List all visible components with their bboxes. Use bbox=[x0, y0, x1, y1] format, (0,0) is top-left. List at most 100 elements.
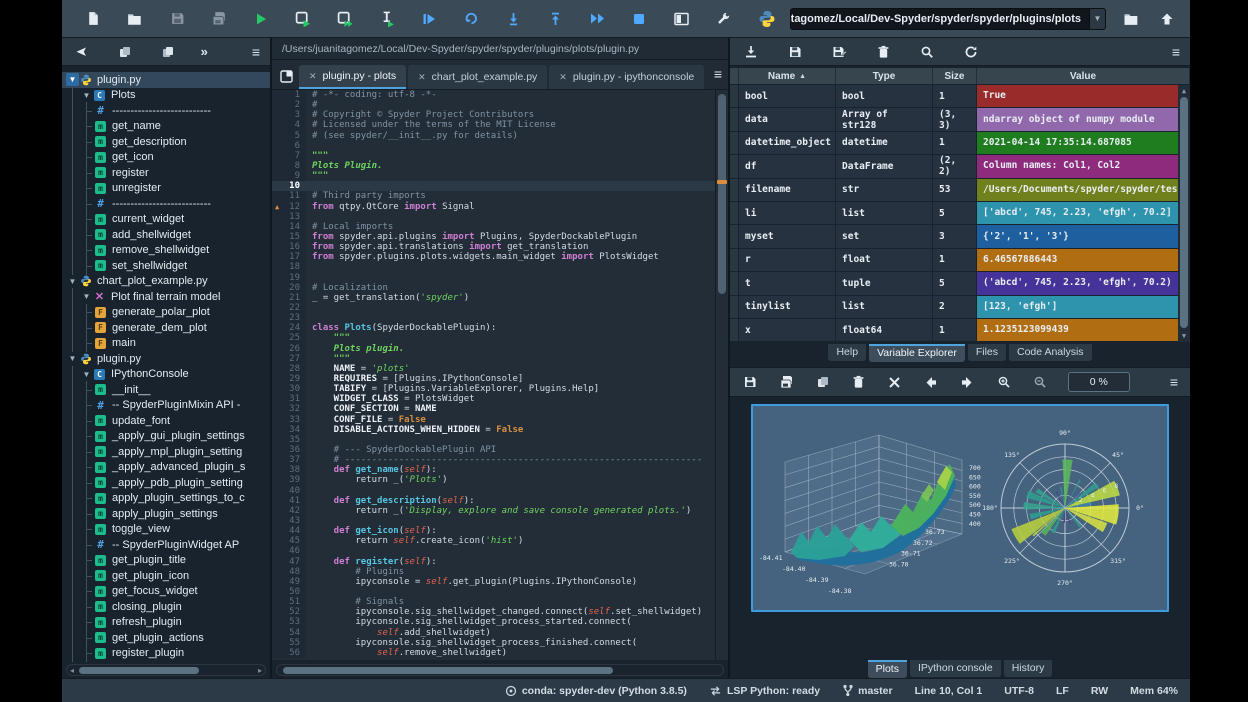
outline-item-_apply_pdb_plugin_setting[interactable]: m_apply_pdb_plugin_setting bbox=[62, 475, 270, 491]
outline-item-plugin-py[interactable]: ▼plugin.py bbox=[62, 72, 270, 88]
outline-item--spyderpluginwidget-ap[interactable]: #-- SpyderPluginWidget AP bbox=[62, 537, 270, 553]
save-data-button[interactable] bbox=[784, 41, 806, 63]
outline-item-generate_dem_plot[interactable]: Fgenerate_dem_plot bbox=[62, 320, 270, 336]
outline-item-_apply_gui_plugin_settings[interactable]: m_apply_gui_plugin_settings bbox=[62, 429, 270, 445]
editor-hscrollbar[interactable] bbox=[276, 664, 724, 676]
editor-tab-plugin-py-ipythonconsole[interactable]: ✕plugin.py - ipythonconsole bbox=[549, 65, 704, 89]
variable-row-x[interactable]: xfloat6411.1235123099439 bbox=[730, 319, 1190, 342]
outline-item-get_focus_widget[interactable]: mget_focus_widget bbox=[62, 584, 270, 600]
new-file-button[interactable] bbox=[82, 8, 104, 30]
outline-item-add_shellwidget[interactable]: madd_shellwidget bbox=[62, 227, 270, 243]
plot-figure[interactable]: 70065060055050045040036.7336.7236.7136.7… bbox=[751, 404, 1169, 612]
outline-item-get_description[interactable]: mget_description bbox=[62, 134, 270, 150]
copy-plot-button[interactable] bbox=[814, 371, 830, 393]
tab-help[interactable]: Help bbox=[828, 344, 866, 361]
remove-plot-button[interactable] bbox=[851, 371, 867, 393]
menu-icon[interactable]: ≡ bbox=[1172, 45, 1180, 59]
save-all-plots-button[interactable] bbox=[778, 371, 794, 393]
remove-all-plots-button[interactable] bbox=[887, 371, 903, 393]
save-button[interactable] bbox=[166, 8, 188, 30]
outline-item-chart_plot_example-py[interactable]: ▼chart_plot_example.py bbox=[62, 274, 270, 290]
stop-button[interactable] bbox=[628, 8, 650, 30]
outline-item-plugin-py[interactable]: ▼plugin.py bbox=[62, 351, 270, 367]
go-to-cursor-button[interactable] bbox=[72, 41, 93, 63]
outline-item-get_plugin_actions[interactable]: mget_plugin_actions bbox=[62, 630, 270, 646]
outline-item-toggle_view[interactable]: mtoggle_view bbox=[62, 522, 270, 538]
refresh-button[interactable] bbox=[960, 41, 982, 63]
step-into-button[interactable] bbox=[502, 8, 524, 30]
expand-all-button[interactable] bbox=[115, 41, 136, 63]
import-data-button[interactable] bbox=[740, 41, 762, 63]
save-plot-button[interactable] bbox=[742, 371, 758, 393]
tab-variable-explorer[interactable]: Variable Explorer bbox=[869, 344, 965, 362]
status-conda[interactable]: conda: spyder-dev (Python 3.8.5) bbox=[505, 685, 687, 697]
status-utf-8[interactable]: UTF-8 bbox=[1004, 685, 1034, 697]
zoom-in-button[interactable] bbox=[995, 371, 1011, 393]
menu-icon[interactable]: ≡ bbox=[252, 45, 260, 59]
variable-row-bool[interactable]: boolbool1True bbox=[730, 85, 1190, 108]
outline-item-get_plugin_icon[interactable]: mget_plugin_icon bbox=[62, 568, 270, 584]
maximize-pane-button[interactable] bbox=[670, 8, 692, 30]
editor-vscrollbar[interactable] bbox=[715, 90, 728, 660]
next-plot-button[interactable] bbox=[959, 371, 975, 393]
tab-history[interactable]: History bbox=[1004, 660, 1053, 677]
run-selection-button[interactable] bbox=[376, 8, 398, 30]
browse-tabs-button[interactable] bbox=[280, 70, 293, 83]
outline-item-remove_shellwidget[interactable]: mremove_shellwidget bbox=[62, 243, 270, 259]
debug-rerun-button[interactable] bbox=[460, 8, 482, 30]
status-lsp[interactable]: LSP Python: ready bbox=[709, 685, 820, 697]
editor-tab-plugin-py-plots[interactable]: ✕plugin.py - plots bbox=[299, 65, 406, 89]
browse-directory-button[interactable] bbox=[1120, 8, 1142, 30]
outline-item-plot-final-terrain-model[interactable]: ▼✕Plot final terrain model bbox=[62, 289, 270, 305]
menu-icon[interactable]: ≡ bbox=[1170, 375, 1178, 389]
code-editor[interactable]: 1# -*- coding: utf-8 -*-2#3# Copyright ©… bbox=[272, 90, 728, 660]
outline-item-unregister[interactable]: munregister bbox=[62, 181, 270, 197]
outline-item-__init__[interactable]: m__init__ bbox=[62, 382, 270, 398]
save-all-button[interactable] bbox=[208, 8, 230, 30]
outline-item--[interactable]: #--------------------------- bbox=[62, 103, 270, 119]
outline-item-get_name[interactable]: mget_name bbox=[62, 119, 270, 135]
table-vscrollbar[interactable]: ▲ ▼ bbox=[1178, 85, 1190, 342]
column-header-size[interactable]: Size bbox=[933, 68, 977, 84]
outline-item-main[interactable]: Fmain bbox=[62, 336, 270, 352]
variable-row-data[interactable]: dataArray of str128(3, 3)ndarray object … bbox=[730, 108, 1190, 131]
working-directory-input[interactable]: ianitagomez/Local/Dev-Spyder/spyder/spyd… bbox=[790, 8, 1090, 30]
outline-item-closing_plugin[interactable]: mclosing_plugin bbox=[62, 599, 270, 615]
zoom-out-button[interactable] bbox=[1032, 371, 1048, 393]
outline-item-get_plugin_title[interactable]: mget_plugin_title bbox=[62, 553, 270, 569]
status-line[interactable]: Line 10, Col 1 bbox=[915, 685, 983, 697]
outline-item-update_font[interactable]: mupdate_font bbox=[62, 413, 270, 429]
debug-button[interactable] bbox=[418, 8, 440, 30]
column-header-value[interactable]: Value bbox=[977, 68, 1190, 84]
collapse-all-button[interactable] bbox=[158, 41, 179, 63]
tab-plots[interactable]: Plots bbox=[868, 660, 907, 678]
table-header[interactable]: Name▲TypeSizeValue bbox=[730, 68, 1190, 85]
close-tab-icon[interactable]: ✕ bbox=[559, 72, 567, 83]
tab-ipython-console[interactable]: IPython console bbox=[910, 660, 1001, 677]
outline-item-get_icon[interactable]: mget_icon bbox=[62, 150, 270, 166]
variable-row-filename[interactable]: filenamestr53/Users/Documents/spyder/spy… bbox=[730, 179, 1190, 202]
outline-item-_apply_advanced_plugin_s[interactable]: m_apply_advanced_plugin_s bbox=[62, 460, 270, 476]
tools-button[interactable] bbox=[712, 8, 734, 30]
status-mem[interactable]: Mem 64% bbox=[1130, 685, 1178, 697]
continue-button[interactable] bbox=[586, 8, 608, 30]
outline-item-plots[interactable]: ▼CPlots bbox=[62, 88, 270, 104]
column-header-type[interactable]: Type bbox=[836, 68, 933, 84]
outline-item-register_plugin[interactable]: mregister_plugin bbox=[62, 646, 270, 662]
close-tab-icon[interactable]: ✕ bbox=[418, 72, 426, 83]
outline-item--[interactable]: #--------------------------- bbox=[62, 196, 270, 212]
search-button[interactable] bbox=[916, 41, 938, 63]
status-rw[interactable]: RW bbox=[1091, 685, 1108, 697]
editor-tab-menu-button[interactable]: ≡ bbox=[714, 67, 722, 81]
remove-variable-button[interactable] bbox=[872, 41, 894, 63]
close-tab-icon[interactable]: ✕ bbox=[309, 71, 317, 82]
variable-row-myset[interactable]: mysetset3{'2', '1', '3'} bbox=[730, 225, 1190, 248]
outline-hscrollbar[interactable]: ◂ ▸ bbox=[66, 664, 266, 676]
outline-item-_apply_mpl_plugin_setting[interactable]: m_apply_mpl_plugin_setting bbox=[62, 444, 270, 460]
variable-row-t[interactable]: ttuple5('abcd', 745, 2.23, 'efgh', 70.2) bbox=[730, 272, 1190, 295]
save-data-as-button[interactable] bbox=[828, 41, 850, 63]
variable-row-r[interactable]: rfloat16.46567886443 bbox=[730, 249, 1190, 272]
outline-item-refresh_plugin[interactable]: mrefresh_plugin bbox=[62, 615, 270, 631]
variable-row-li[interactable]: lilist5['abcd', 745, 2.23, 'efgh', 70.2] bbox=[730, 202, 1190, 225]
run-cell-advance-button[interactable] bbox=[334, 8, 356, 30]
